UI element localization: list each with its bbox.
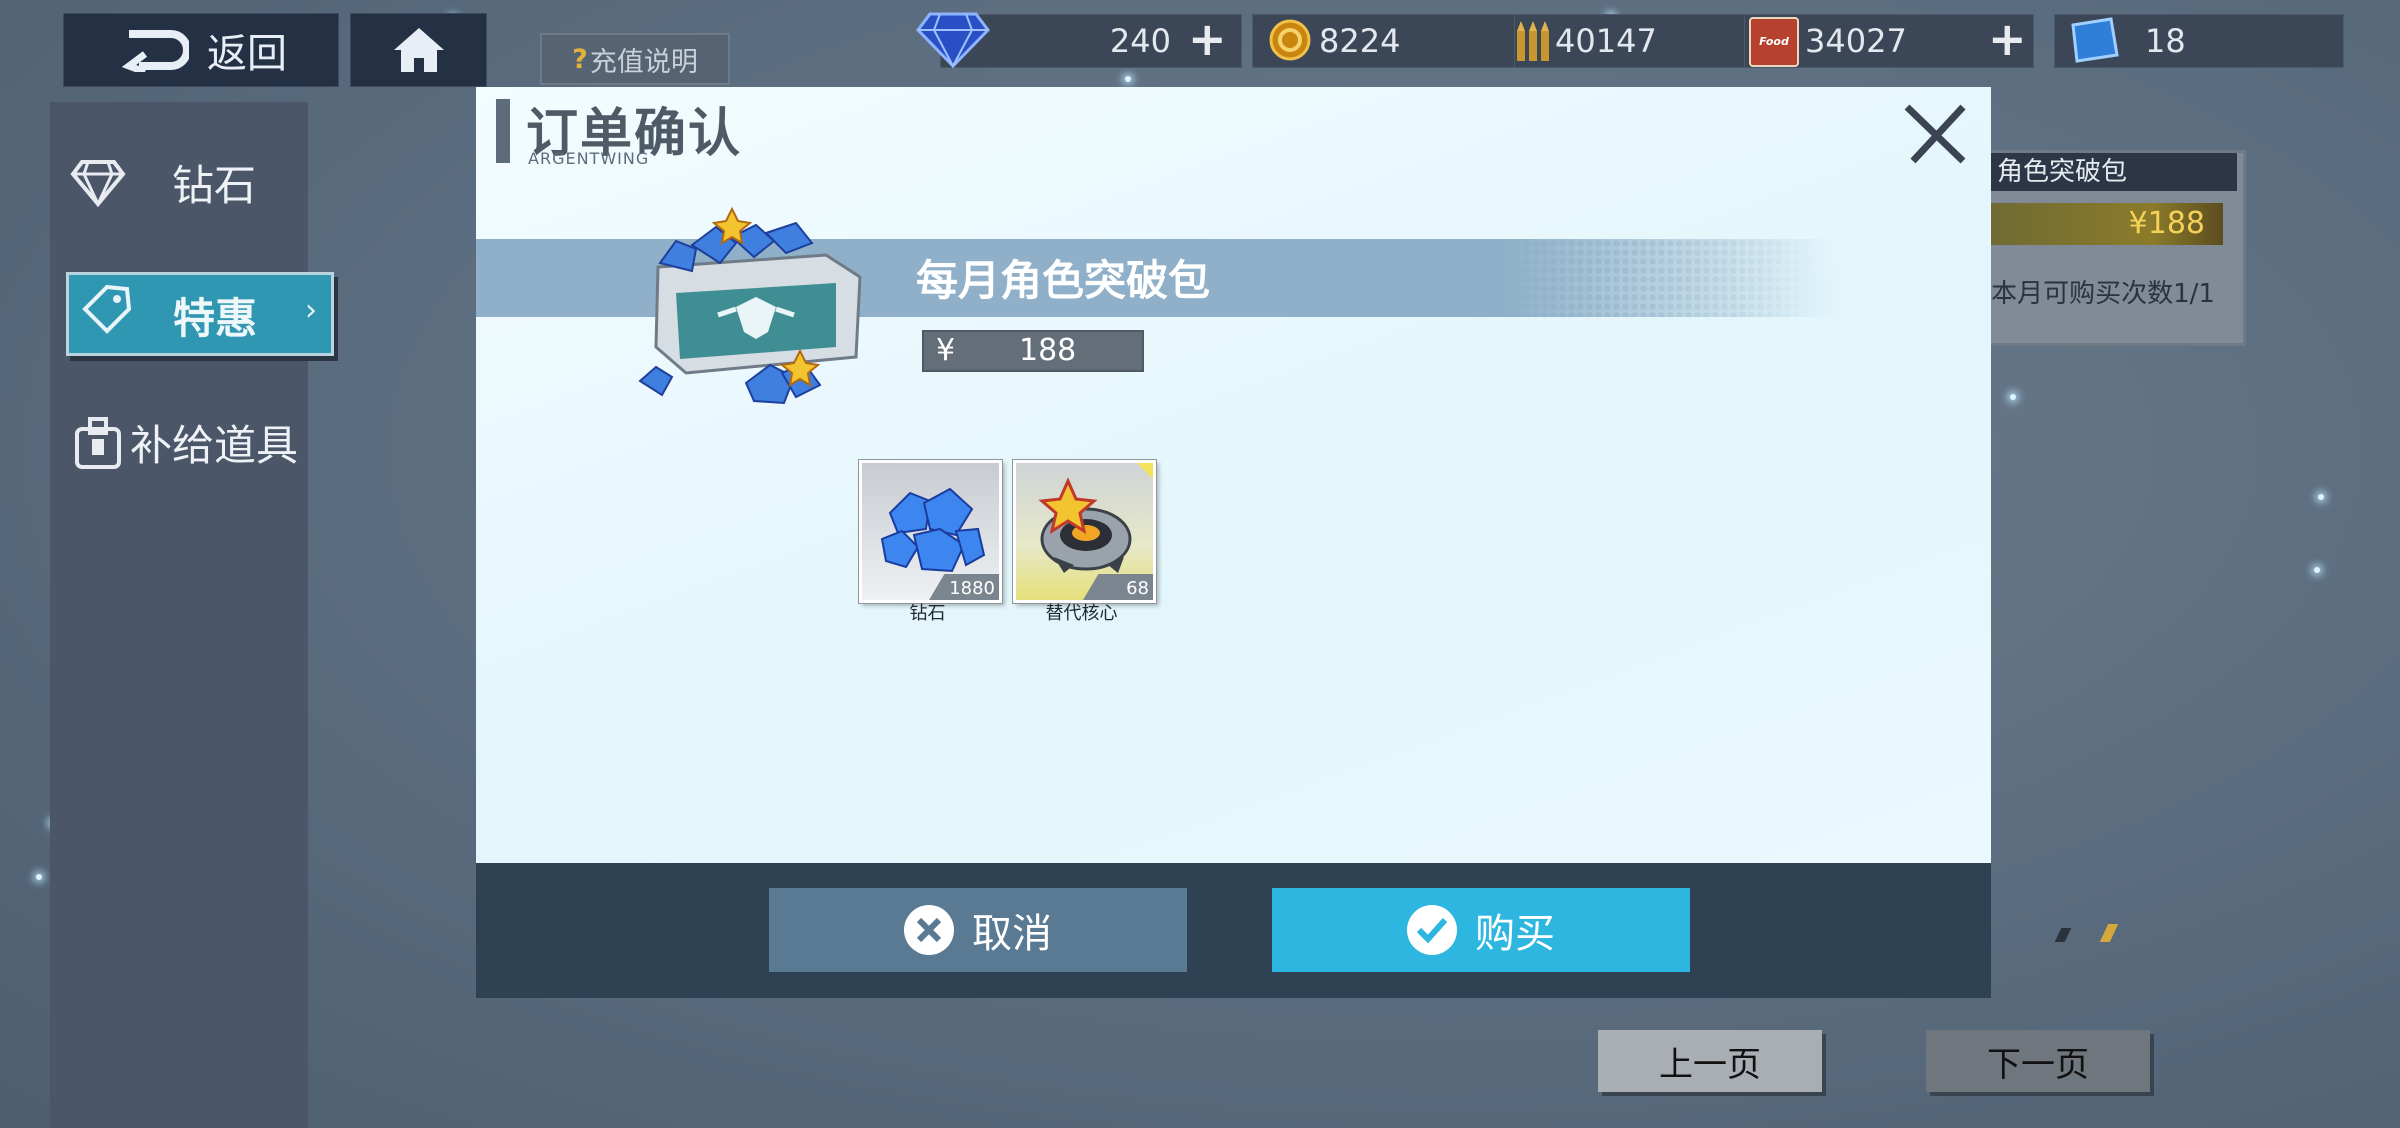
add-food-button[interactable]: +	[1988, 16, 2027, 62]
previous-page-label: 上一页	[1659, 1044, 1761, 1085]
blue-crystals-icon	[880, 487, 986, 573]
sparkle-decoration	[2010, 394, 2016, 400]
next-page-button[interactable]: 下一页	[1926, 1030, 2150, 1092]
star-core-icon	[1038, 477, 1132, 573]
food-can-icon: Food	[1749, 17, 1799, 67]
reward-item-name: 钻石	[909, 603, 946, 624]
ammo-counter: 40147	[1514, 14, 1746, 68]
back-button[interactable]: 返回	[63, 13, 339, 87]
sidebar-item-label: 钻石	[172, 161, 257, 210]
buy-label: 购买	[1475, 911, 1555, 957]
ammo-icon	[1517, 21, 1549, 61]
back-label: 返回	[207, 31, 287, 77]
currency-symbol: ¥	[936, 333, 956, 368]
category-sidebar: 钻石 特惠 › 补给道具	[50, 102, 334, 1128]
recharge-help-button[interactable]: ? 充值说明	[540, 33, 730, 85]
buy-button[interactable]: 购买	[1272, 888, 1690, 972]
cancel-label: 取消	[972, 911, 1052, 957]
food-count: 34027	[1805, 22, 1907, 60]
sparkle-decoration	[36, 874, 42, 880]
band-dot-pattern	[1486, 239, 1816, 317]
reward-item-core[interactable]: 68	[1013, 460, 1156, 603]
sidebar-item-special-offer[interactable]: 特惠 ›	[66, 272, 334, 356]
item-quantity: 68	[1126, 578, 1149, 599]
home-icon	[393, 28, 444, 72]
item-quantity: 1880	[949, 578, 995, 599]
return-arrow-icon	[121, 30, 189, 72]
gold-coin-icon	[1269, 19, 1311, 61]
blue-ticket-icon	[2071, 17, 2119, 63]
supply-box-icon	[75, 416, 121, 469]
close-icon[interactable]	[1901, 99, 1971, 169]
sparkle-decoration	[2318, 494, 2324, 500]
diamond-outline-icon	[70, 159, 126, 207]
next-page-label: 下一页	[1987, 1044, 2089, 1085]
sparkle-decoration	[2314, 567, 2320, 573]
package-price: ¥ 188	[922, 330, 1144, 372]
gold-count: 8224	[1319, 22, 1401, 60]
reward-item-diamond[interactable]: 1880	[859, 460, 1002, 603]
order-confirm-dialog: 订单确认 ARGENTWING 每月角色突破包 ¥ 188 1880 钻石 68…	[476, 87, 1991, 863]
chevron-right-icon: ›	[305, 293, 317, 328]
background-card-title: 角色突破包	[1983, 153, 2237, 191]
help-question-icon: ?	[572, 43, 588, 75]
ammo-count: 40147	[1555, 22, 1657, 60]
add-diamond-button[interactable]: +	[1188, 16, 1227, 62]
diamond-icon	[916, 12, 990, 68]
reward-item-name: 替代核心	[1045, 603, 1118, 624]
cancel-button[interactable]: 取消	[769, 888, 1187, 972]
sidebar-item-label: 特惠	[173, 294, 258, 343]
previous-page-button[interactable]: 上一页	[1598, 1030, 1822, 1092]
ticket-count: 18	[2145, 22, 2186, 60]
close-circle-icon	[904, 905, 954, 955]
recharge-help-label: 充值说明	[589, 46, 698, 78]
background-card-price: ¥188	[1983, 203, 2223, 245]
dialog-footer	[476, 863, 1991, 998]
dialog-subtitle: ARGENTWING	[528, 149, 650, 168]
package-name: 每月角色突破包	[916, 256, 1211, 305]
title-accent-bar	[496, 99, 510, 163]
background-card-limit: 本月可购买次数1/1	[1991, 279, 2215, 309]
price-tag-icon	[82, 285, 131, 334]
sparkle-decoration	[1125, 76, 1131, 82]
check-circle-icon	[1407, 905, 1457, 955]
package-crate-icon	[638, 206, 862, 405]
gold-counter: 8224	[1252, 14, 1516, 68]
diamond-count: 240	[1109, 22, 1171, 60]
background-product-card[interactable]: 角色突破包 ¥188 本月可购买次数1/1	[1980, 150, 2246, 346]
price-value: 188	[1019, 333, 1077, 368]
home-button[interactable]	[350, 13, 487, 87]
sidebar-item-label: 补给道具	[130, 421, 299, 470]
ticket-counter: 18	[2054, 14, 2344, 68]
sidebar-item-diamond[interactable]: 钻石	[70, 152, 256, 213]
sidebar-item-supplies[interactable]: 补给道具	[74, 412, 298, 473]
